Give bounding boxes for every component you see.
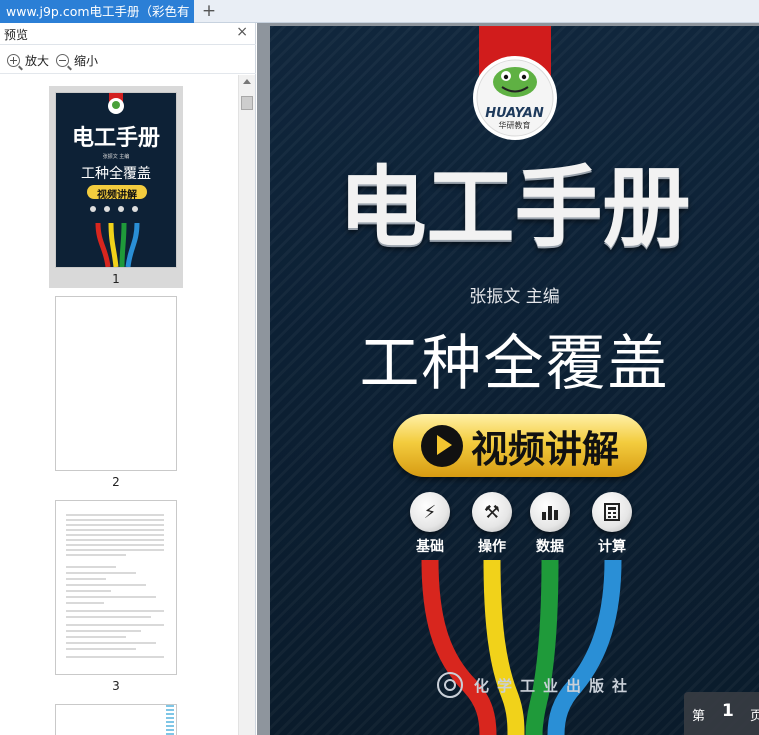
thumbnail-feature-dot xyxy=(118,206,124,212)
current-page-number[interactable]: 1 xyxy=(722,701,734,721)
sidebar-title: 预览 xyxy=(4,28,29,42)
thumbnail-decoration xyxy=(166,705,174,735)
tools-icon: ⚒ xyxy=(472,492,512,532)
page-indicator-suffix: 页 xyxy=(750,709,759,724)
video-badge-text: 视频讲解 xyxy=(471,427,619,471)
feature-label: 基础 xyxy=(416,539,444,555)
thumbnail-badge: 视频讲解 xyxy=(87,185,147,201)
zoom-out-label: 缩小 xyxy=(74,53,99,68)
app-window: www.j9p.com电工手册（彩色有 + 预览 × 放大 缩小 电工手册 张振… xyxy=(0,0,759,735)
thumbnail-title: 电工手册 xyxy=(71,126,160,151)
feature-label: 操作 xyxy=(478,539,506,555)
thumbnail-cover: 电工手册 张振文 主编 工种全覆盖 视频讲解 xyxy=(56,93,176,267)
document-tab[interactable]: www.j9p.com电工手册（彩色有 xyxy=(0,0,194,23)
cover-page: HUAYAN 华研教育 电工手册 张振文 主编 工种全覆盖 视频讲解 ⚡ 基础 … xyxy=(270,26,759,735)
thumbnail-page-number: 2 xyxy=(112,475,120,489)
page-indicator[interactable]: 第 1 页 xyxy=(684,692,759,735)
document-viewer[interactable]: HUAYAN 华研教育 电工手册 张振文 主编 工种全覆盖 视频讲解 ⚡ 基础 … xyxy=(257,23,759,735)
thumbnail-author: 张振文 主编 xyxy=(102,154,130,160)
play-icon xyxy=(421,424,463,467)
thumbnail-badge-text: 视频讲解 xyxy=(97,190,137,201)
thumbnail-feature-dot xyxy=(104,206,110,212)
zoom-in-label: 放大 xyxy=(25,53,50,68)
calculator-icon xyxy=(592,492,632,532)
page-indicator-prefix: 第 xyxy=(692,709,706,724)
lightning-icon: ⚡ xyxy=(410,492,450,532)
scrollbar-thumb[interactable] xyxy=(241,96,253,110)
thumbnail-feature-dot xyxy=(90,206,96,212)
cover-author: 张振文 主编 xyxy=(469,287,560,307)
zoom-out-button[interactable]: 缩小 xyxy=(56,52,99,70)
thumbnail-feature-dot xyxy=(132,206,138,212)
feature-data: 数据 xyxy=(528,492,572,556)
thumbnail-page-number: 3 xyxy=(112,679,120,693)
close-icon[interactable]: × xyxy=(236,24,248,40)
thumbnail-text-lines xyxy=(66,514,164,658)
zoom-out-icon xyxy=(56,53,72,70)
new-tab-button[interactable]: + xyxy=(200,1,218,21)
feature-label: 计算 xyxy=(598,539,626,555)
feature-basics: ⚡ 基础 xyxy=(408,492,452,556)
zoom-in-button[interactable]: 放大 xyxy=(7,52,50,70)
tab-bar: www.j9p.com电工手册（彩色有 + xyxy=(0,0,759,23)
scroll-up-arrow-icon[interactable] xyxy=(243,79,251,84)
feature-label: 数据 xyxy=(536,539,564,555)
page-thumbnail-4[interactable] xyxy=(55,704,177,735)
page-thumbnail-3[interactable] xyxy=(55,500,177,675)
bar-chart-icon xyxy=(530,492,570,532)
preview-sidebar: 预览 × 放大 缩小 电工手册 张振文 主编 工种全覆盖 视频讲解 1 2 3 xyxy=(0,23,256,735)
zoom-in-icon xyxy=(7,53,23,70)
video-badge: 视频讲解 xyxy=(393,414,647,477)
cover-title: 电工手册 xyxy=(338,156,691,259)
page-thumbnail-2[interactable] xyxy=(55,296,177,471)
feature-operation: ⚒ 操作 xyxy=(470,492,514,556)
thumbnail-list: 电工手册 张振文 主编 工种全覆盖 视频讲解 1 2 3 xyxy=(0,75,238,735)
cover-subtitle: 工种全覆盖 xyxy=(359,329,670,399)
sidebar-scrollbar[interactable] xyxy=(238,75,255,735)
page-thumbnail-1[interactable]: 电工手册 张振文 主编 工种全覆盖 视频讲解 xyxy=(55,92,177,268)
thumbnail-page-number: 1 xyxy=(112,272,120,286)
logo-text: HUAYAN xyxy=(485,106,544,121)
sidebar-header: 预览 × xyxy=(0,23,256,45)
thumbnail-subtitle: 工种全覆盖 xyxy=(81,166,151,182)
logo-subtext: 华研教育 xyxy=(498,121,531,130)
zoom-toolbar: 放大 缩小 xyxy=(0,46,256,74)
feature-calculation: 计算 xyxy=(590,492,634,556)
